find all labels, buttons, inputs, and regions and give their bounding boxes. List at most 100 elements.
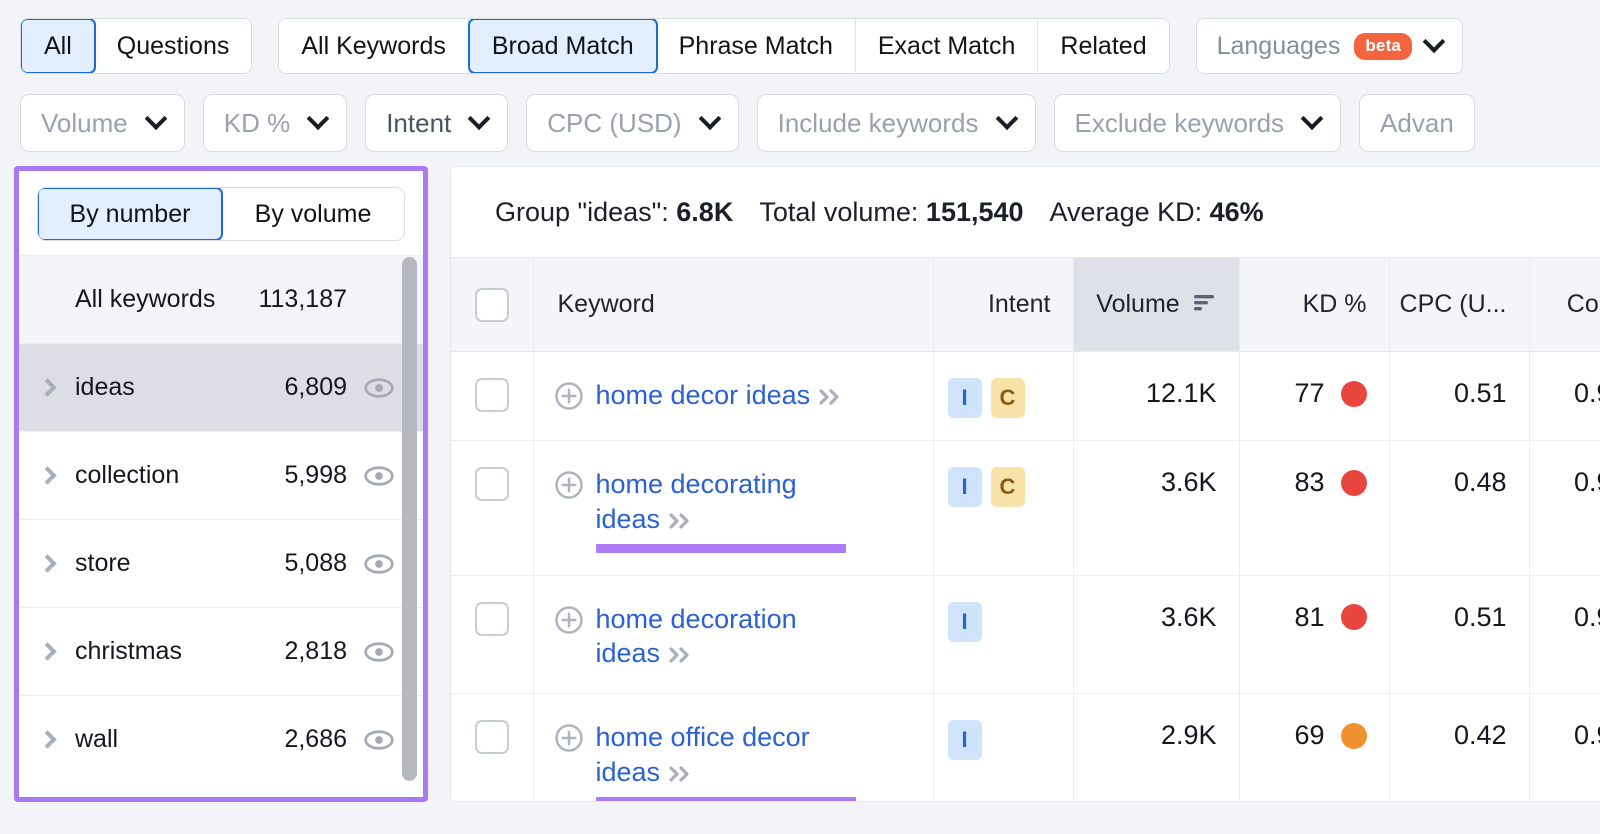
intent-badge-informational[interactable]: I — [947, 467, 982, 507]
keyword-link[interactable]: home decorating ideas — [596, 469, 797, 534]
add-keyword-icon[interactable] — [554, 723, 584, 760]
chevron-right-icon[interactable] — [38, 378, 75, 397]
match-type-tab-row: All Questions All Keywords Broad Match P… — [20, 18, 1600, 74]
tab-by-volume[interactable]: By volume — [222, 188, 404, 240]
table-header-row: Keyword Intent Volume KD % CPC (U... Co — [451, 257, 1600, 352]
tab-related[interactable]: Related — [1038, 19, 1169, 73]
eye-icon[interactable] — [363, 372, 395, 404]
chevron-right-icon[interactable] — [38, 554, 75, 573]
total-volume-label: Total volume: — [759, 196, 919, 227]
table-row[interactable]: home decor ideas I C 12.1K 77 0.51 0. — [451, 351, 1600, 441]
filter-pill-row: Volume KD % Intent CPC (USD) Include key… — [20, 94, 1600, 152]
row-checkbox[interactable] — [474, 601, 509, 636]
sort-descending-icon — [1192, 290, 1216, 319]
keyword-table-panel: Group "ideas": 6.8K Total volume: 151,54… — [450, 166, 1600, 802]
tab-phrase-match[interactable]: Phrase Match — [656, 19, 856, 73]
chevron-double-right-icon[interactable] — [818, 382, 844, 413]
keyword-cell: home decor ideas — [533, 351, 934, 441]
chevron-right-icon[interactable] — [38, 466, 75, 485]
kd-cell: 69 — [1239, 693, 1390, 801]
group-label: collection — [75, 461, 180, 489]
sidebar-item-ideas[interactable]: ideas 6,809 — [19, 343, 423, 431]
tab-broad-match[interactable]: Broad Match — [467, 19, 658, 73]
filter-exclude-keywords[interactable]: Exclude keywords — [1053, 94, 1342, 152]
chevron-right-icon[interactable] — [38, 642, 75, 661]
languages-dropdown[interactable]: Languages beta — [1195, 18, 1464, 74]
tab-all-keywords[interactable]: All Keywords — [279, 19, 469, 73]
keyword-link[interactable]: home decoration ideas — [596, 604, 797, 669]
intent-badge-informational[interactable]: I — [947, 378, 982, 418]
add-keyword-icon[interactable] — [554, 381, 584, 418]
column-header-keyword[interactable]: Keyword — [533, 257, 934, 352]
group-count: 5,088 — [284, 549, 347, 577]
sidebar-item-store[interactable]: store 5,088 — [19, 519, 423, 607]
sidebar-item-collection[interactable]: collection 5,998 — [19, 431, 423, 519]
kd-cell: 77 — [1239, 351, 1390, 441]
eye-icon[interactable] — [363, 548, 395, 580]
eye-icon[interactable] — [363, 636, 395, 668]
chevron-double-right-icon[interactable] — [668, 640, 694, 671]
primary-tab-group: All Questions — [20, 18, 253, 74]
table-row[interactable]: home decorating ideas I C 3.6K 83 0.48 0… — [451, 440, 1600, 576]
column-header-intent[interactable]: Intent — [933, 257, 1074, 352]
content-area: By number By volume All keywords 113,187… — [0, 152, 1600, 802]
chevron-right-icon[interactable] — [38, 730, 75, 749]
eye-icon-placeholder — [363, 284, 395, 316]
intent-badge-informational[interactable]: I — [947, 601, 982, 642]
tab-by-number[interactable]: By number — [38, 188, 223, 240]
group-label: store — [75, 549, 131, 577]
column-header-volume[interactable]: Volume — [1073, 257, 1240, 352]
sidebar-item-wall[interactable]: wall 2,686 — [19, 695, 423, 783]
group-count: 2,686 — [284, 725, 347, 753]
tab-all[interactable]: All — [21, 19, 96, 73]
keyword-link[interactable]: home office decor ideas — [596, 722, 810, 787]
table-row[interactable]: home office decor ideas I 2.9K 69 0.42 0… — [451, 693, 1600, 801]
row-select-cell — [451, 575, 534, 695]
row-checkbox[interactable] — [474, 467, 509, 501]
intent-badge-informational[interactable]: I — [947, 720, 982, 761]
group-label: wall — [75, 725, 119, 753]
kd-value: 83 — [1294, 467, 1325, 497]
competition-cell: 0.99 — [1529, 575, 1600, 695]
sidebar-scrollbar[interactable] — [402, 257, 417, 781]
filter-cpc[interactable]: CPC (USD) — [526, 94, 739, 152]
chevron-double-right-icon[interactable] — [668, 759, 694, 790]
sidebar-item-christmas[interactable]: christmas 2,818 — [19, 607, 423, 695]
intent-badge-commercial[interactable]: C — [990, 378, 1025, 418]
group-summary-label: Group "ideas": — [495, 196, 669, 227]
keyword-link[interactable]: home decor ideas — [596, 380, 811, 410]
filter-volume[interactable]: Volume — [20, 94, 185, 152]
cpc-cell: 0.51 — [1389, 575, 1530, 695]
tab-questions[interactable]: Questions — [94, 19, 252, 73]
column-header-kd[interactable]: KD % — [1239, 257, 1390, 352]
chevron-down-icon — [698, 107, 721, 131]
row-checkbox[interactable] — [474, 378, 509, 412]
intent-badge-commercial[interactable]: C — [990, 467, 1025, 507]
keyword-header-label: Keyword — [557, 290, 655, 318]
filter-include-keywords[interactable]: Include keywords — [756, 94, 1036, 152]
row-checkbox[interactable] — [474, 720, 509, 755]
eye-icon[interactable] — [363, 460, 395, 492]
filter-volume-label: Volume — [41, 107, 128, 138]
keyword-cell: home office decor ideas — [533, 693, 934, 801]
table-row[interactable]: home decoration ideas I 3.6K 81 0.51 0. — [451, 575, 1600, 695]
cpc-cell: 0.42 — [1389, 693, 1530, 801]
column-header-competition[interactable]: Com. — [1529, 257, 1600, 352]
chevron-double-right-icon[interactable] — [668, 506, 694, 537]
tab-exact-match[interactable]: Exact Match — [855, 19, 1039, 73]
filter-intent[interactable]: Intent — [365, 94, 509, 152]
sort-toggle-group: By number By volume — [37, 187, 405, 241]
filter-advanced[interactable]: Advan — [1359, 94, 1475, 152]
eye-icon[interactable] — [363, 724, 395, 756]
kd-status-dot — [1340, 722, 1367, 749]
add-keyword-icon[interactable] — [554, 605, 584, 642]
kd-status-dot — [1340, 604, 1367, 631]
group-label: christmas — [75, 637, 182, 665]
select-all-checkbox[interactable] — [474, 287, 509, 322]
column-header-cpc[interactable]: CPC (U... — [1389, 257, 1530, 352]
filter-kd[interactable]: KD % — [202, 94, 348, 152]
add-keyword-icon[interactable] — [554, 470, 584, 507]
competition-cell: 0.99 — [1529, 440, 1600, 576]
sidebar-item-all-keywords[interactable]: All keywords 113,187 — [19, 255, 423, 343]
group-count: 6,809 — [284, 373, 347, 401]
